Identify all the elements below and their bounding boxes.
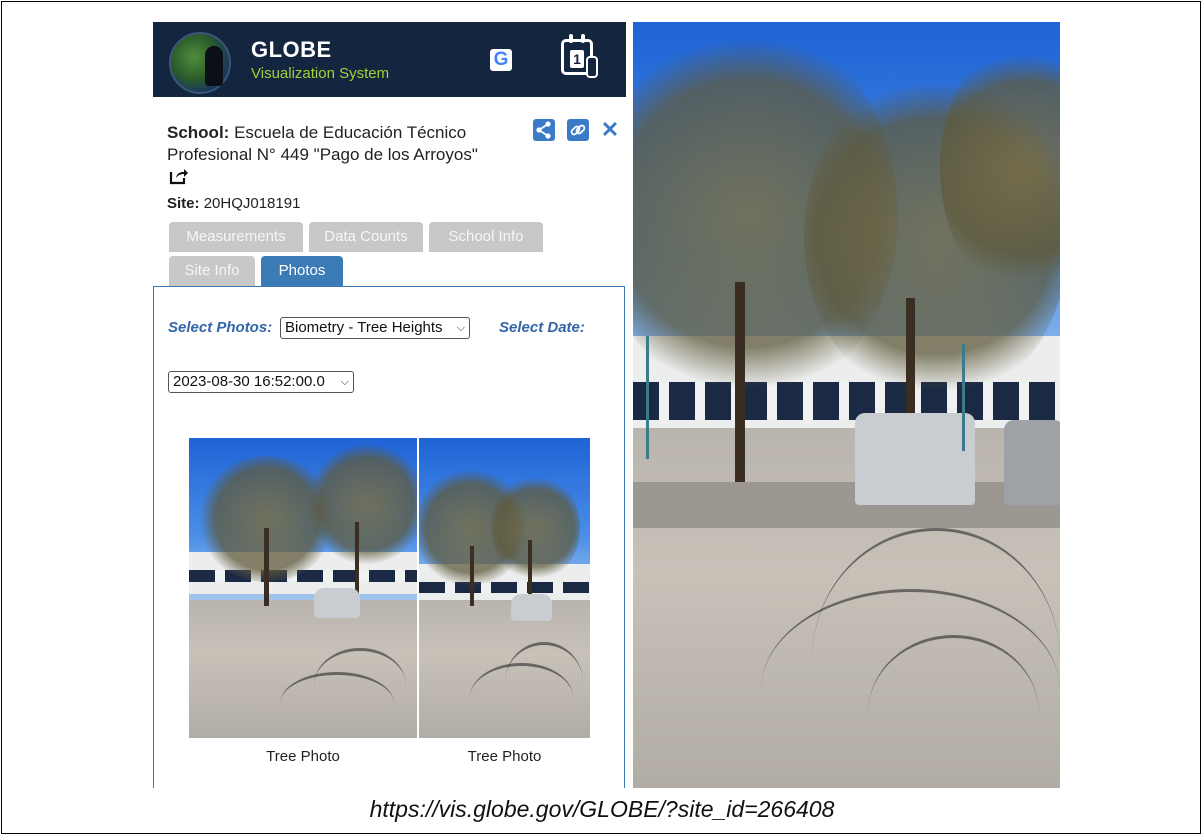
large-tree-photo — [633, 22, 1060, 788]
site-label: Site: — [167, 195, 200, 212]
tree-photo-thumbnail[interactable] — [189, 438, 417, 738]
chevron-down-icon: ⌵ — [340, 376, 349, 388]
select-date-label: Select Date: — [499, 319, 585, 336]
site-info: Site: 20HQJ018191 — [167, 195, 300, 212]
tab-school-info[interactable]: School Info — [429, 222, 543, 252]
open-external-icon[interactable] — [169, 167, 189, 185]
thermometer-icon — [586, 56, 598, 78]
site-id: 20HQJ018191 — [203, 195, 301, 212]
app-header: GLOBE Visualization System G 1 — [153, 22, 626, 97]
photo-caption: Tree Photo — [266, 748, 340, 765]
link-icon[interactable] — [567, 119, 589, 141]
tab-photos[interactable]: Photos — [261, 256, 343, 286]
logo-person-silhouette — [205, 46, 223, 86]
school-label: School: — [167, 123, 230, 142]
app-subtitle: Visualization System — [251, 65, 390, 82]
photos-tab-content: Select Photos: Biometry - Tree Heights ⌵… — [153, 286, 625, 788]
select-photos-dropdown[interactable]: Biometry - Tree Heights ⌵ — [280, 317, 470, 339]
tab-site-info[interactable]: Site Info — [169, 256, 255, 286]
share-icon[interactable] — [533, 119, 555, 141]
google-icon[interactable]: G — [490, 49, 512, 71]
app-title: GLOBE — [251, 37, 332, 62]
close-icon[interactable]: ✕ — [599, 119, 621, 141]
select-date-value: 2023-08-30 16:52:00.0 — [173, 373, 325, 390]
globe-logo-icon[interactable] — [169, 32, 231, 94]
tab-data-counts[interactable]: Data Counts — [309, 222, 423, 252]
calendar-number: 1 — [570, 50, 584, 68]
select-photos-value: Biometry - Tree Heights — [285, 319, 443, 336]
globe-app-panel: GLOBE Visualization System G 1 School: E… — [153, 22, 626, 788]
chevron-down-icon: ⌵ — [456, 322, 465, 334]
school-info: School: Escuela de Educación Técnico Pro… — [167, 122, 537, 166]
select-photos-label: Select Photos: — [168, 319, 273, 336]
photo-caption: Tree Photo — [467, 748, 542, 765]
select-date-dropdown[interactable]: 2023-08-30 16:52:00.0 ⌵ — [168, 371, 354, 393]
tree-photo-thumbnail[interactable] — [419, 438, 590, 738]
tab-measurements[interactable]: Measurements — [169, 222, 303, 252]
source-url: https://vis.globe.gov/GLOBE/?site_id=266… — [369, 796, 835, 822]
calendar-thermometer-icon[interactable]: 1 — [561, 34, 598, 78]
